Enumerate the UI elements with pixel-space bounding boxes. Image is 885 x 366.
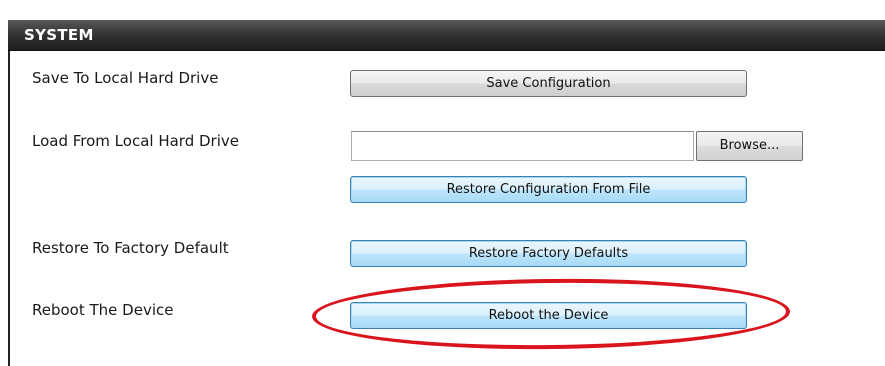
save-row-label: Save To Local Hard Drive	[32, 69, 219, 87]
section-title: SYSTEM	[24, 26, 94, 44]
factory-row-label: Restore To Factory Default	[32, 239, 229, 257]
reboot-row-label: Reboot The Device	[32, 301, 174, 319]
restore-factory-defaults-button[interactable]: Restore Factory Defaults	[350, 240, 747, 267]
save-configuration-button[interactable]: Save Configuration	[350, 70, 747, 97]
config-file-input[interactable]	[351, 131, 694, 161]
section-header: SYSTEM	[8, 20, 885, 51]
browse-button[interactable]: Browse...	[696, 131, 803, 161]
restore-configuration-button[interactable]: Restore Configuration From File	[350, 176, 747, 203]
reboot-device-button[interactable]: Reboot the Device	[350, 302, 747, 329]
load-row-label: Load From Local Hard Drive	[32, 132, 239, 150]
